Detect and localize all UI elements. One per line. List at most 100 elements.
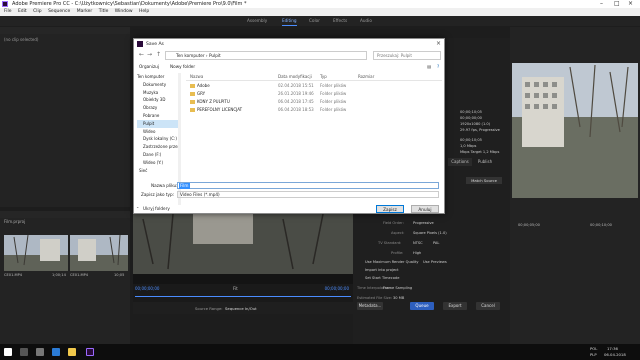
cancel-export-button[interactable]: Cancel xyxy=(476,302,500,310)
col-date[interactable]: Data modyfikacji xyxy=(278,73,312,81)
match-source-button[interactable]: Match Source xyxy=(466,177,502,184)
input-language[interactable]: POL xyxy=(590,346,597,351)
nav-videos[interactable]: Wideo xyxy=(137,128,181,136)
search-input[interactable]: Przeszukaj: Pulpit xyxy=(373,51,441,60)
back-arrow-icon[interactable]: ← xyxy=(139,51,144,58)
file-type: Folder plików xyxy=(320,107,347,112)
chevron-up-icon[interactable]: ⌃ xyxy=(136,206,139,211)
aspect-value[interactable]: Square Pixels (1.0) xyxy=(413,231,447,235)
timecode-left[interactable]: 00;00;00;00 xyxy=(135,286,159,291)
workspace-editing[interactable]: Editing xyxy=(282,16,297,26)
nav-this-pc[interactable]: Ten komputer xyxy=(137,73,181,81)
help-icon[interactable]: ? xyxy=(437,63,439,71)
save-button[interactable]: Zapisz xyxy=(376,205,404,213)
timecode-right[interactable]: 00;00;00;00 xyxy=(325,286,349,291)
time-interpolation-value[interactable]: Frame Sampling xyxy=(383,286,412,290)
folder-icon xyxy=(190,100,195,104)
nav-desktop[interactable]: Pulpit xyxy=(137,119,181,128)
menu-sequence[interactable]: Sequence xyxy=(48,9,70,14)
workspace-color[interactable]: Color xyxy=(309,16,320,26)
clock-time[interactable]: 17:36 xyxy=(607,346,618,351)
filename-input[interactable]: Film xyxy=(177,182,439,189)
hide-folders-link[interactable]: Ukryj foldery xyxy=(143,206,170,211)
nav-data-drive[interactable]: Dane (F:) xyxy=(137,151,181,159)
set-start-timecode-checkbox[interactable]: Set Start Timecode xyxy=(365,276,399,280)
menu-clip[interactable]: Clip xyxy=(33,9,42,14)
file-row[interactable]: Adobe 02.04.2018 15:51 Folder plików xyxy=(186,82,442,90)
premiere-taskbar-icon[interactable] xyxy=(86,348,94,356)
address-bar[interactable]: Ten komputer › Pulpit xyxy=(165,51,367,60)
organize-menu[interactable]: Organizuj xyxy=(139,63,159,71)
fit-dropdown[interactable]: Fit xyxy=(233,286,238,291)
queue-button[interactable]: Queue xyxy=(410,302,434,310)
dialog-close-icon[interactable]: × xyxy=(436,40,441,47)
dialog-toolbar: Organizuj Nowy folder ▤ ? xyxy=(137,63,443,71)
maximize-icon[interactable]: □ xyxy=(614,0,620,8)
file-date: 06.04.2018 18:53 xyxy=(278,107,314,112)
file-row[interactable]: KONY Z PULPITU 06.04.2018 17:45 Folder p… xyxy=(186,98,442,106)
menu-marker[interactable]: Marker xyxy=(77,9,93,14)
source-panel: (no clip selected) xyxy=(0,27,130,207)
metadata-button[interactable]: Metadata... xyxy=(357,302,383,310)
col-type[interactable]: Typ xyxy=(320,73,327,81)
nav-3d-objects[interactable]: Obiekty 3D xyxy=(137,96,181,104)
menu-window[interactable]: Window xyxy=(115,9,133,14)
tv-ntsc-radio[interactable]: NTSC xyxy=(413,241,423,245)
nav-reserved[interactable]: Zastrzeżone przez xyxy=(137,143,181,151)
no-clip-label: (no clip selected) xyxy=(4,37,39,42)
start-icon[interactable] xyxy=(4,348,12,356)
use-max-quality-checkbox[interactable]: Use Maximum Render Quality xyxy=(365,260,418,264)
minimize-icon[interactable]: – xyxy=(600,0,603,8)
field-order-value[interactable]: Progressive xyxy=(413,221,434,225)
scrub-bar[interactable] xyxy=(135,296,351,297)
export-scrubber[interactable]: 00;00;00;00 Fit 00;00;00;00 xyxy=(133,284,353,302)
nav-downloads[interactable]: Pobrane xyxy=(137,112,181,120)
profile-value[interactable]: High xyxy=(413,251,421,255)
folder-icon xyxy=(190,108,195,112)
breadcrumb-desktop[interactable]: Pulpit xyxy=(209,53,221,58)
breadcrumb-this-pc[interactable]: Ten komputer xyxy=(176,53,205,58)
up-arrow-icon[interactable]: ↑ xyxy=(156,51,161,58)
menu-edit[interactable]: Edit xyxy=(18,9,27,14)
col-size[interactable]: Rozmiar xyxy=(358,73,374,81)
source-range-value[interactable]: Sequence In/Out xyxy=(225,306,257,311)
workspace-audio[interactable]: Audio xyxy=(360,16,372,26)
filetype-select[interactable]: Video Files (*.mp4) xyxy=(177,191,439,198)
menu-file[interactable]: File xyxy=(4,9,12,14)
use-previews-checkbox[interactable]: Use Previews xyxy=(423,260,447,264)
workspace-assembly[interactable]: Assembly xyxy=(247,16,267,26)
nav-music[interactable]: Muzyka xyxy=(137,89,181,97)
input-language-2[interactable]: PLP xyxy=(590,352,597,357)
summary-line: 00;00;10;05 xyxy=(460,110,482,114)
workspace-effects[interactable]: Effects xyxy=(333,16,347,26)
clip-thumbnail[interactable] xyxy=(4,234,68,271)
nav-video-drive[interactable]: Wideo (Y:) xyxy=(137,159,181,167)
tv-pal-radio[interactable]: PAL xyxy=(433,241,439,245)
file-row[interactable]: PEREFOLNY LICENCJAT 06.04.2018 18:53 Fol… xyxy=(186,106,442,114)
source-panel-header xyxy=(0,27,130,34)
profile-label: Profile: xyxy=(391,251,404,255)
menu-title[interactable]: Title xyxy=(99,9,109,14)
file-row[interactable]: GRY 26.01.2018 19:46 Folder plików xyxy=(186,90,442,98)
view-options-icon[interactable]: ▤ xyxy=(427,63,431,71)
dialog-app-icon xyxy=(137,41,143,47)
forward-arrow-icon[interactable]: → xyxy=(147,51,152,58)
menu-help[interactable]: Help xyxy=(139,9,149,14)
new-folder-button[interactable]: Nowy folder xyxy=(170,63,195,71)
import-into-project-checkbox[interactable]: Import into project xyxy=(365,268,399,272)
file-explorer-icon[interactable] xyxy=(68,348,76,356)
search-icon[interactable] xyxy=(20,348,28,356)
nav-pictures[interactable]: Obrazy xyxy=(137,104,181,112)
clock-date[interactable]: 06.04.2018 xyxy=(604,352,626,357)
nav-network[interactable]: Sieć xyxy=(137,167,181,175)
close-icon[interactable]: × xyxy=(628,0,633,8)
nav-documents[interactable]: Dokumenty xyxy=(137,81,181,89)
clip-thumbnail[interactable] xyxy=(70,234,128,271)
col-name[interactable]: Nazwa xyxy=(190,73,203,81)
cancel-button[interactable]: Anuluj xyxy=(411,205,439,213)
task-view-icon[interactable] xyxy=(36,348,44,356)
export-button[interactable]: Export xyxy=(443,302,467,310)
nav-local-disk[interactable]: Dysk lokalny (C:) xyxy=(137,135,181,143)
chrome-icon[interactable] xyxy=(52,348,60,356)
filename-value: Film xyxy=(179,183,190,189)
